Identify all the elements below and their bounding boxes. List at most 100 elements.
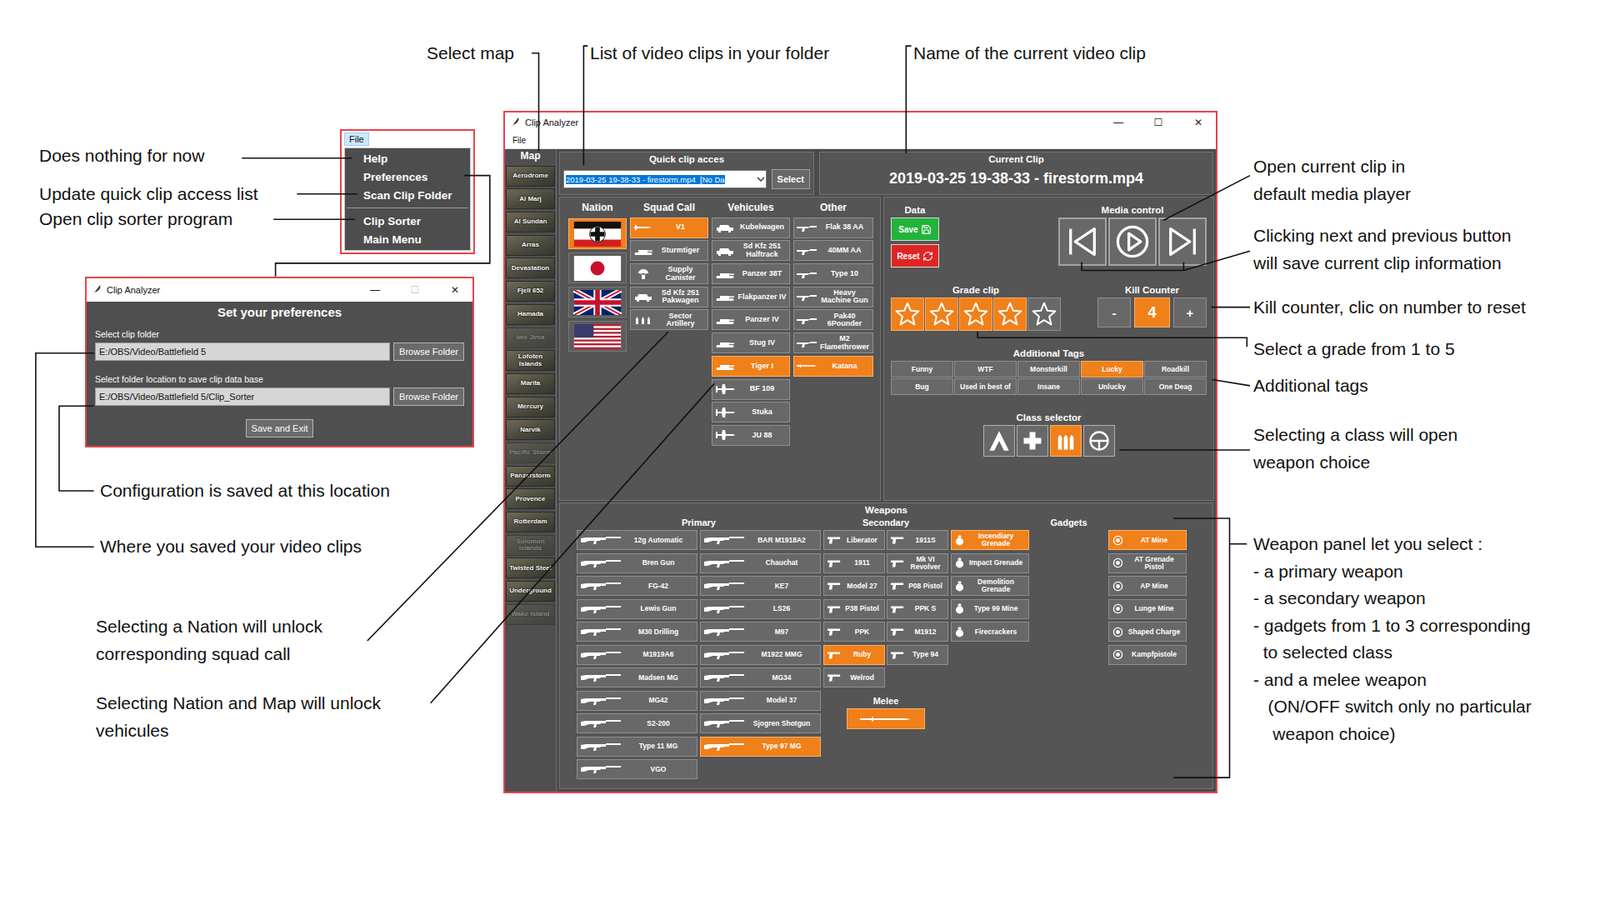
browse-folder-button[interactable]: Browse Folder [393, 387, 465, 406]
map-button[interactable]: Rotterdam [505, 511, 555, 533]
map-button[interactable]: Narvik [505, 419, 555, 440]
weapon-button[interactable]: M97 [700, 621, 821, 642]
weapon-button[interactable]: Lunge Mine [1108, 599, 1187, 620]
map-button[interactable]: Aerodrome [505, 165, 555, 187]
squad-call-button[interactable]: Sd Kfz 251 Pakwagen [630, 286, 709, 308]
other-button[interactable]: Heavy Machine Gun [793, 286, 874, 308]
clip-combobox[interactable]: 2019-03-25 19-38-33 - firestorm.mp4 [No … [563, 170, 767, 189]
weapon-button[interactable]: Sjogren Shotgun [700, 713, 821, 734]
window-control[interactable]: ☐ [397, 284, 433, 296]
save-and-exit-button[interactable]: Save and Exit [245, 419, 315, 438]
map-button[interactable]: Iwo Jima [505, 327, 555, 349]
map-button[interactable]: Al Marj [505, 188, 555, 210]
weapon-button[interactable]: PPK S [886, 599, 949, 620]
menu-item[interactable]: Scan Clip Folder [345, 185, 470, 205]
map-button[interactable]: Pacific Storm [505, 442, 555, 464]
menu-entry[interactable]: File [508, 134, 530, 147]
menu-item[interactable]: Clip Sorter [345, 211, 470, 230]
weapon-button[interactable]: Bren Gun [576, 553, 698, 574]
window-control[interactable]: — [357, 284, 393, 296]
grade-star[interactable] [993, 297, 1027, 331]
increment-button[interactable]: + [1173, 297, 1207, 328]
vehicle-button[interactable]: BF 109 [711, 379, 790, 400]
kill-count[interactable]: 4 [1134, 297, 1170, 328]
file-menu-title[interactable]: File [344, 132, 370, 146]
folder-input[interactable]: E:/OBS/Video/Battlefield 5/Clip_Sorter [95, 387, 390, 406]
other-button[interactable]: M2 Flamethrower [793, 332, 874, 354]
grade-star[interactable] [1027, 297, 1061, 331]
map-button[interactable]: Solomon Islands [505, 535, 555, 556]
map-button[interactable]: Wake Island [505, 604, 555, 625]
weapon-button[interactable]: Incendiary Grenade [950, 530, 1030, 550]
weapon-button[interactable]: S2-200 [576, 713, 698, 734]
other-button[interactable]: 40MM AA [793, 240, 874, 261]
menu-item[interactable]: Main Menu [345, 230, 470, 249]
map-button[interactable]: Twisted Steel [505, 557, 555, 579]
weapon-button[interactable]: MG34 [700, 667, 821, 688]
map-button[interactable]: Al Sundan [505, 211, 555, 233]
vehicle-button[interactable]: Flakpanzer IV [711, 286, 790, 308]
map-button[interactable]: Devastation [505, 257, 555, 279]
vehicle-button[interactable]: Panzer IV [711, 309, 790, 330]
weapon-button[interactable]: Liberator [823, 530, 885, 550]
map-button[interactable]: Marita [505, 373, 555, 395]
weapon-button[interactable]: MG42 [576, 690, 698, 711]
squad-call-button[interactable]: Sector Artillery [630, 309, 709, 330]
tag-button[interactable]: Lucky [1080, 360, 1144, 378]
weapon-button[interactable]: Demolition Grenade [950, 575, 1030, 596]
menu-item[interactable]: Preferences [345, 167, 470, 186]
weapon-button[interactable]: Model 27 [823, 575, 885, 596]
tag-button[interactable]: Unlucky [1080, 378, 1144, 395]
tag-button[interactable]: Bug [890, 378, 954, 395]
weapon-button[interactable]: M1922 MMG [700, 645, 821, 665]
weapon-button[interactable]: Type 97 MG [700, 736, 821, 757]
browse-folder-button[interactable]: Browse Folder [393, 342, 465, 361]
weapon-button[interactable]: Shaped Charge [1108, 621, 1187, 642]
nation-button[interactable] [568, 218, 627, 250]
tag-button[interactable]: One Deag [1144, 378, 1207, 395]
weapon-button[interactable]: Impact Grenade [950, 553, 1030, 574]
map-button[interactable]: Panzerstorm [505, 465, 555, 487]
vehicle-button[interactable]: Tiger I [711, 355, 790, 377]
weapon-button[interactable]: M30 Drilling [576, 621, 698, 642]
window-control[interactable]: ✕ [437, 284, 473, 296]
save-button[interactable]: Save [890, 217, 940, 241]
select-button[interactable]: Select [771, 169, 810, 190]
window-control[interactable]: — [1100, 116, 1136, 129]
map-button[interactable]: Arras [505, 235, 555, 256]
decrement-button[interactable]: - [1097, 297, 1131, 328]
previous-button[interactable] [1058, 217, 1107, 266]
weapon-button[interactable]: Ruby [823, 645, 885, 665]
other-button[interactable]: Flak 38 AA [793, 217, 874, 239]
weapon-button[interactable]: 12g Automatic [576, 530, 698, 550]
melee-button[interactable] [846, 708, 925, 730]
nation-button[interactable] [568, 252, 627, 284]
weapon-button[interactable]: AP Mine [1108, 575, 1187, 596]
weapon-button[interactable]: P08 Pistol [886, 575, 949, 596]
tag-button[interactable]: Roadkill [1144, 360, 1207, 378]
weapon-button[interactable]: Model 37 [700, 690, 821, 711]
tag-button[interactable]: Insane [1017, 378, 1080, 395]
weapon-button[interactable]: LS26 [700, 599, 821, 620]
squad-call-button[interactable]: Supply Canister [630, 263, 709, 285]
menu-item[interactable]: Help [345, 149, 470, 168]
class-button[interactable] [1083, 425, 1115, 457]
tag-button[interactable]: WTF [954, 360, 1017, 378]
weapon-button[interactable]: Lewis Gun [576, 599, 698, 620]
weapon-button[interactable]: 1911S [886, 530, 949, 550]
map-button[interactable]: Provence [505, 488, 555, 510]
tag-button[interactable]: Funny [890, 360, 954, 378]
weapon-button[interactable]: BAR M1918A2 [700, 530, 821, 550]
vehicle-button[interactable]: JU 88 [711, 425, 790, 446]
weapon-button[interactable]: M1919A6 [576, 645, 698, 665]
tag-button[interactable]: Used in best of [954, 378, 1017, 395]
weapon-button[interactable]: VGO [576, 759, 698, 780]
weapon-button[interactable]: Type 94 [886, 645, 949, 665]
weapon-button[interactable]: Mk VI Revolver [886, 553, 949, 574]
vehicle-button[interactable]: Stug IV [711, 332, 790, 354]
map-button[interactable]: Lofoten Islands [505, 350, 555, 371]
nation-button[interactable] [568, 286, 627, 318]
weapon-button[interactable]: Kampfpistole [1108, 645, 1187, 665]
map-button[interactable]: Hamada [505, 304, 555, 325]
weapon-button[interactable]: M1912 [886, 621, 949, 642]
